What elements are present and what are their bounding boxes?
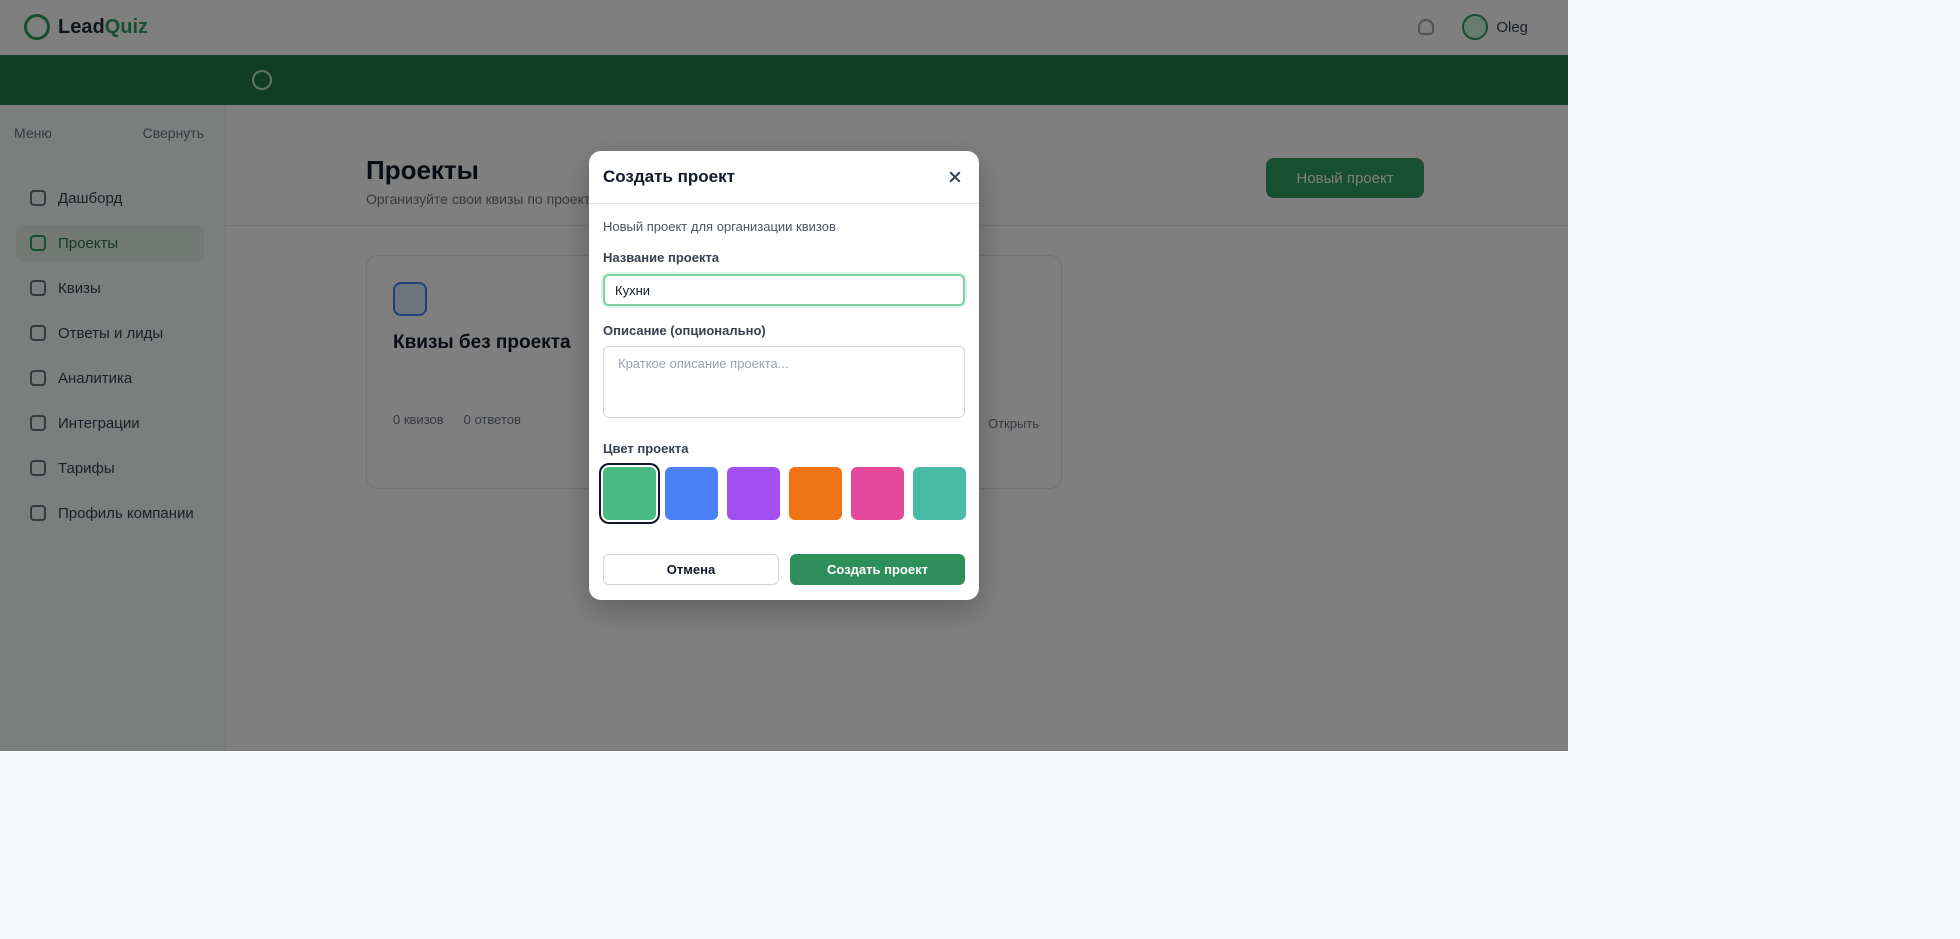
color-swatch[interactable] bbox=[665, 467, 718, 520]
color-swatch[interactable] bbox=[727, 467, 780, 520]
dialog-description: Новый проект для организации квизов bbox=[603, 219, 836, 234]
color-swatch[interactable] bbox=[851, 467, 904, 520]
project-description-label: Описание (опционально) bbox=[603, 323, 766, 338]
project-description-input[interactable] bbox=[603, 346, 965, 418]
close-button[interactable] bbox=[943, 165, 967, 189]
dialog-header: Создать проект bbox=[589, 151, 979, 204]
project-name-input[interactable] bbox=[603, 274, 965, 306]
close-icon bbox=[943, 165, 967, 189]
cancel-button[interactable]: Отмена bbox=[603, 554, 779, 585]
create-project-button[interactable]: Создать проект bbox=[790, 554, 965, 585]
color-swatch[interactable] bbox=[913, 467, 966, 520]
project-name-label: Название проекта bbox=[603, 250, 720, 265]
dialog-title: Создать проект bbox=[603, 167, 735, 186]
color-picker bbox=[603, 467, 967, 520]
color-swatch[interactable] bbox=[789, 467, 842, 520]
project-color-label: Цвет проекта bbox=[603, 441, 689, 456]
create-project-dialog: Создать проект Новый проект для организа… bbox=[589, 151, 979, 600]
color-swatch[interactable] bbox=[603, 467, 656, 520]
